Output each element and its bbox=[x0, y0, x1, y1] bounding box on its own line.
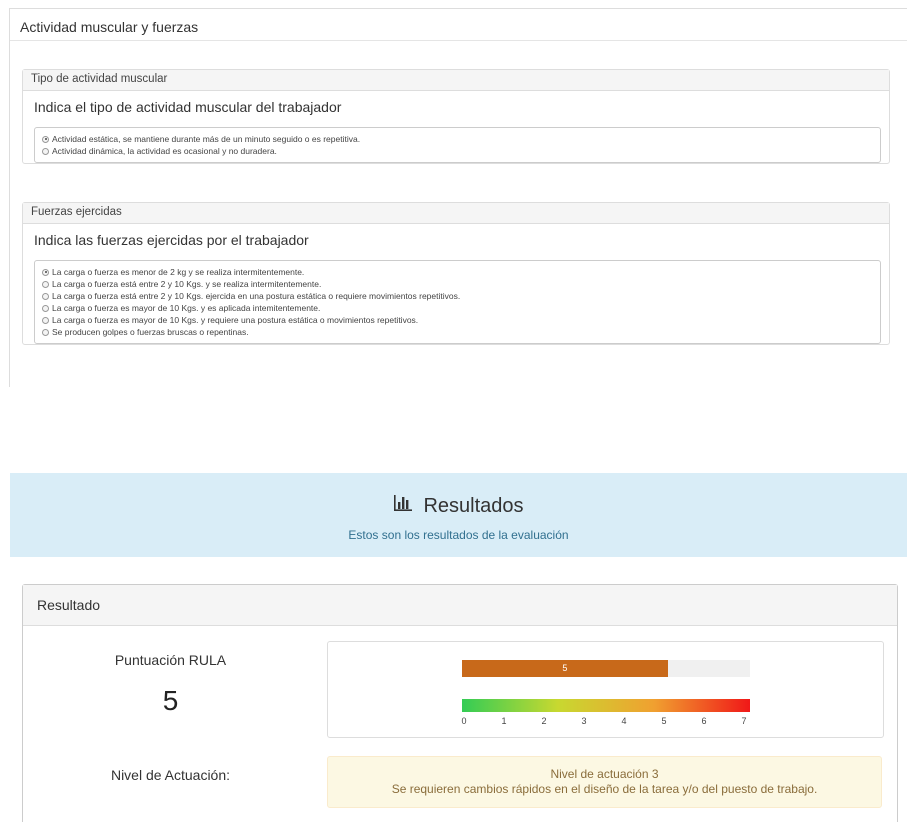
radio-label: La carga o fuerza es mayor de 10 Kgs. y … bbox=[52, 315, 419, 325]
radio-label: Se producen golpes o fuerzas bruscas o r… bbox=[52, 327, 249, 337]
radio-icon[interactable] bbox=[42, 268, 49, 276]
score-bar-track: 5 bbox=[462, 660, 750, 677]
radio-icon[interactable] bbox=[42, 135, 49, 143]
radio-option[interactable]: Se producen golpes o fuerzas bruscas o r… bbox=[42, 326, 880, 338]
radio-option[interactable]: La carga o fuerza está entre 2 y 10 Kgs.… bbox=[42, 290, 880, 302]
muscle-forces-panel: Actividad muscular y fuerzas Tipo de act… bbox=[9, 8, 907, 387]
radio-icon[interactable] bbox=[42, 328, 49, 336]
scale-tick-label: 4 bbox=[621, 716, 627, 726]
results-header: Resultados Estos son los resultados de l… bbox=[10, 473, 907, 557]
results-title: Resultados bbox=[423, 494, 524, 517]
scale-tick-label: 7 bbox=[741, 716, 747, 726]
section-question: Indica el tipo de actividad muscular del… bbox=[34, 99, 342, 115]
scale-tick-label: 6 bbox=[701, 716, 707, 726]
result-panel-title: Resultado bbox=[23, 585, 897, 626]
score-bar-fill: 5 bbox=[462, 660, 668, 677]
radio-option[interactable]: La carga o fuerza es mayor de 10 Kgs. y … bbox=[42, 314, 880, 326]
bar-chart-icon bbox=[393, 494, 413, 518]
score-label: Puntuación RULA bbox=[114, 652, 227, 668]
results-subtitle: Estos son los resultados de la evaluació… bbox=[348, 528, 569, 542]
radio-icon[interactable] bbox=[42, 147, 49, 155]
level-alert: Nivel de actuación 3 Se requieren cambio… bbox=[327, 756, 882, 808]
radio-option[interactable]: La carga o fuerza es mayor de 10 Kgs. y … bbox=[42, 302, 880, 314]
radio-label: La carga o fuerza está entre 2 y 10 Kgs.… bbox=[52, 279, 322, 289]
results-title-row: Resultados bbox=[10, 494, 907, 518]
forces-options: La carga o fuerza es menor de 2 kg y se … bbox=[34, 260, 881, 344]
section-header: Tipo de actividad muscular bbox=[23, 70, 889, 91]
muscle-options: Actividad estática, se mantiene durante … bbox=[34, 127, 881, 163]
radio-option[interactable]: Actividad estática, se mantiene durante … bbox=[42, 133, 880, 145]
radio-label: Actividad dinámica, la actividad es ocas… bbox=[52, 146, 277, 156]
section-header: Fuerzas ejercidas bbox=[23, 203, 889, 224]
level-label: Nivel de Actuación: bbox=[110, 767, 231, 783]
level-title: Nivel de actuación 3 bbox=[550, 767, 659, 781]
radio-icon[interactable] bbox=[42, 304, 49, 312]
result-panel: Resultado Puntuación RULA 5 5 0 1 2 3 4 5 6 7 N… bbox=[22, 584, 898, 822]
radio-icon[interactable] bbox=[42, 316, 49, 324]
scale-tick-label: 0 bbox=[461, 716, 467, 726]
level-text: Se requieren cambios rápidos en el diseñ… bbox=[391, 782, 818, 796]
scale-tick-label: 3 bbox=[581, 716, 587, 726]
forces-section: Fuerzas ejercidas Indica las fuerzas eje… bbox=[22, 202, 890, 345]
radio-option[interactable]: Actividad dinámica, la actividad es ocas… bbox=[42, 145, 880, 157]
panel-title: Actividad muscular y fuerzas bbox=[10, 9, 907, 41]
radio-label: Actividad estática, se mantiene durante … bbox=[52, 134, 361, 144]
section-question: Indica las fuerzas ejercidas por el trab… bbox=[34, 232, 309, 248]
score-chart: 5 0 1 2 3 4 5 6 7 bbox=[327, 641, 884, 738]
radio-label: La carga o fuerza está entre 2 y 10 Kgs.… bbox=[52, 291, 461, 301]
scale-tick-label: 1 bbox=[501, 716, 507, 726]
scale-gradient bbox=[462, 699, 750, 712]
radio-option[interactable]: La carga o fuerza es menor de 2 kg y se … bbox=[42, 266, 880, 278]
radio-icon[interactable] bbox=[42, 292, 49, 300]
score-value: 5 bbox=[162, 685, 179, 716]
scale-tick-label: 5 bbox=[661, 716, 667, 726]
radio-label: La carga o fuerza es menor de 2 kg y se … bbox=[52, 267, 305, 277]
radio-option[interactable]: La carga o fuerza está entre 2 y 10 Kgs.… bbox=[42, 278, 880, 290]
muscle-activity-section: Tipo de actividad muscular Indica el tip… bbox=[22, 69, 890, 164]
radio-icon[interactable] bbox=[42, 280, 49, 288]
radio-label: La carga o fuerza es mayor de 10 Kgs. y … bbox=[52, 303, 321, 313]
scale-tick-label: 2 bbox=[541, 716, 547, 726]
